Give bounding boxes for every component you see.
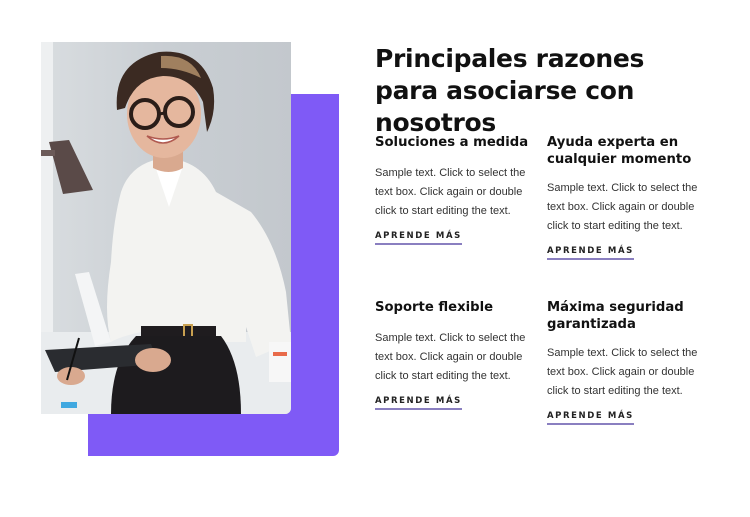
feature-text[interactable]: Sample text. Click to select the text bo… [547,179,707,236]
feature-card: Ayuda experta en cualquier momento Sampl… [547,134,707,260]
learn-more-link[interactable]: APRENDE MÁS [547,246,634,260]
feature-card: Soluciones a medida Sample text. Click t… [375,134,535,245]
learn-more-link[interactable]: APRENDE MÁS [375,231,462,245]
feature-text[interactable]: Sample text. Click to select the text bo… [375,164,535,221]
feature-heading: Soporte flexible [375,300,494,315]
hero-photo [41,42,291,414]
feature-text[interactable]: Sample text. Click to select the text bo… [375,329,535,386]
section-title: Principales razones para asociarse con n… [375,44,645,137]
feature-card: Soporte flexible Sample text. Click to s… [375,299,535,410]
feature-heading: Ayuda experta en cualquier momento [547,135,692,167]
learn-more-link[interactable]: APRENDE MÁS [547,411,634,425]
learn-more-link[interactable]: APRENDE MÁS [375,396,462,410]
feature-heading: Máxima seguridad garantizada [547,300,684,332]
feature-heading: Soluciones a medida [375,135,529,150]
feature-text[interactable]: Sample text. Click to select the text bo… [547,344,707,401]
feature-card: Máxima seguridad garantizada Sample text… [547,299,707,425]
photo-illustration [41,42,291,414]
